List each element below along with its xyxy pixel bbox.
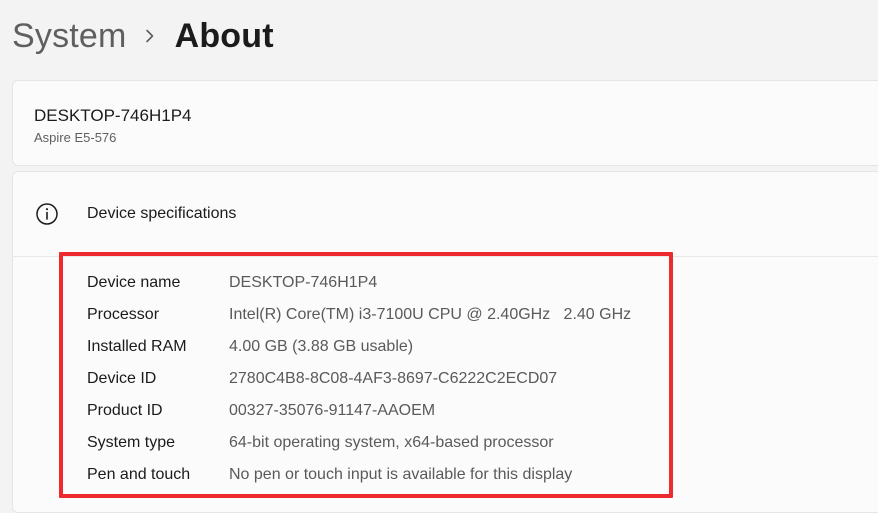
device-name-title: DESKTOP-746H1P4 [34, 106, 192, 125]
spec-label: Device name [87, 274, 181, 291]
breadcrumb-system-link[interactable]: System [12, 17, 127, 56]
spec-value: 00327-35076-91147-AAOEM [229, 402, 436, 419]
spec-row-product-id: Product ID 00327-35076-91147-AAOEM [87, 395, 631, 427]
chevron-right-icon [145, 29, 155, 43]
device-specifications-title: Device specifications [87, 205, 237, 222]
spec-label: Pen and touch [87, 466, 191, 483]
device-model-subtitle: Aspire E5-576 [34, 130, 117, 145]
info-icon [35, 202, 59, 226]
spec-value: DESKTOP-746H1P4 [229, 274, 378, 291]
spec-row-system-type: System type 64-bit operating system, x64… [87, 427, 631, 459]
breadcrumb: System About [12, 14, 274, 58]
spec-label: Product ID [87, 402, 163, 419]
spec-row-processor: Processor Intel(R) Core(TM) i3-7100U CPU… [87, 299, 631, 331]
spec-label: System type [87, 434, 176, 451]
page-title: About [174, 16, 274, 55]
device-specifications-card: Device specifications Device name DESKTO… [12, 171, 878, 513]
spec-row-device-name: Device name DESKTOP-746H1P4 [87, 267, 631, 299]
spec-value: 4.00 GB (3.88 GB usable) [229, 338, 414, 355]
spec-value: Intel(R) Core(TM) i3-7100U CPU @ 2.40GHz… [229, 306, 632, 323]
spec-row-device-id: Device ID 2780C4B8-8C08-4AF3-8697-C6222C… [87, 363, 631, 395]
spec-label: Processor [87, 306, 160, 323]
spec-list: Device name DESKTOP-746H1P4 Processor In… [87, 267, 631, 491]
device-name-card: DESKTOP-746H1P4 Aspire E5-576 [12, 80, 878, 166]
spec-value: 64-bit operating system, x64-based proce… [229, 434, 554, 451]
spec-label: Installed RAM [87, 338, 187, 355]
spec-label: Device ID [87, 370, 157, 387]
spec-value: No pen or touch input is available for t… [229, 466, 573, 483]
device-specifications-header[interactable]: Device specifications [13, 172, 878, 257]
spec-row-installed-ram: Installed RAM 4.00 GB (3.88 GB usable) [87, 331, 631, 363]
spec-row-pen-and-touch: Pen and touch No pen or touch input is a… [87, 459, 631, 491]
spec-value: 2780C4B8-8C08-4AF3-8697-C6222C2ECD07 [229, 370, 558, 387]
